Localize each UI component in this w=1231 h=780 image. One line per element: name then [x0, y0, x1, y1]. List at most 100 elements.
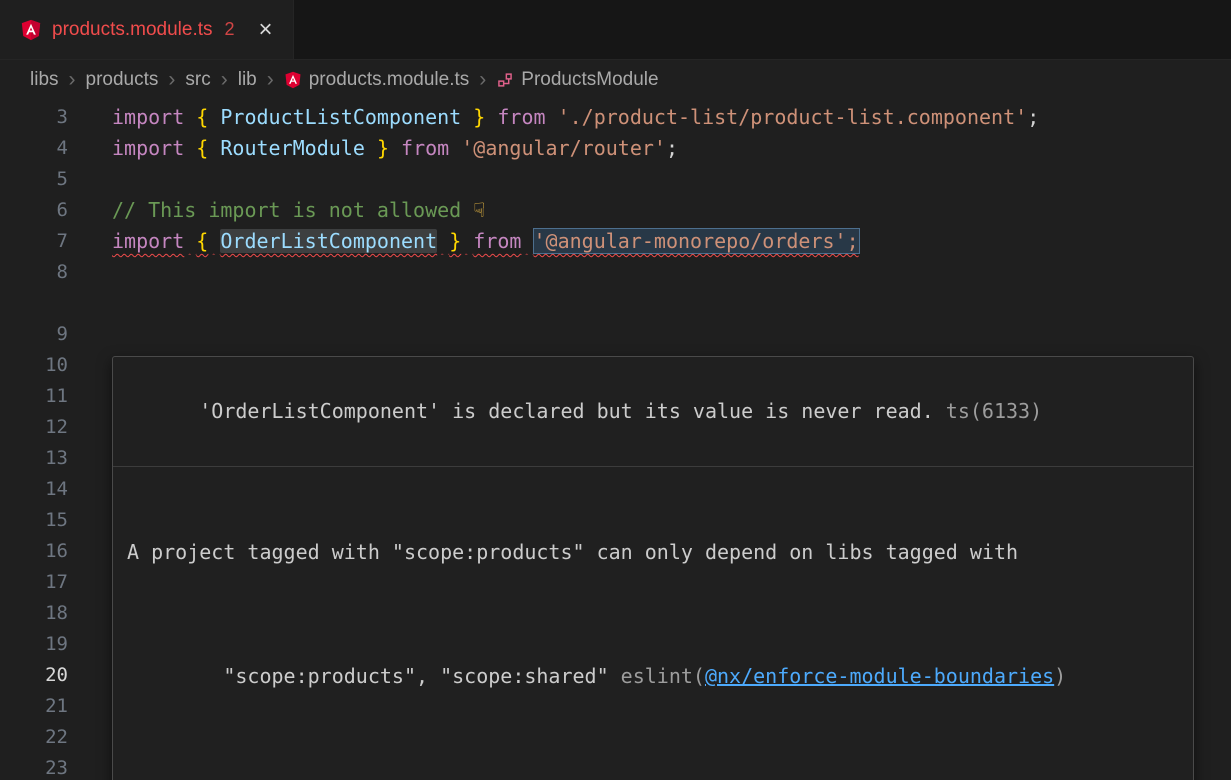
code-token	[184, 136, 196, 160]
tab-title: products.module.ts	[52, 19, 213, 41]
breadcrumb-item-symbol[interactable]: ProductsModule	[496, 69, 658, 91]
chevron-right-icon: ›	[220, 68, 229, 92]
breadcrumb-item-file[interactable]: products.module.ts	[284, 69, 470, 91]
line-number: 7	[0, 226, 68, 257]
breadcrumb: libs › products › src › lib › products.m…	[0, 60, 1231, 100]
diagnostic-eslint: A project tagged with "scope:products" c…	[113, 466, 1193, 780]
line-number: 11	[0, 381, 68, 412]
line-number: 5	[0, 164, 68, 195]
breadcrumb-label: products	[86, 69, 159, 91]
breadcrumb-item-lib[interactable]: lib	[238, 69, 257, 91]
code-token: RouterModule	[220, 136, 365, 160]
hover-tooltip: 'OrderListComponent' is declared but its…	[112, 356, 1194, 780]
code-token: ;	[666, 136, 678, 160]
chevron-right-icon: ›	[68, 68, 77, 92]
tab-products-module[interactable]: products.module.ts 2 ×	[0, 0, 294, 59]
code-token	[184, 229, 196, 253]
code-token: ProductListComponent	[220, 105, 461, 129]
code-token	[461, 105, 473, 129]
diagnostic-source: ts(6133)	[934, 399, 1042, 423]
error-squiggle-range: import { OrderListComponent } from '@ang…	[112, 229, 859, 253]
chevron-right-icon: ›	[266, 68, 275, 92]
line-number: 21	[0, 691, 68, 722]
breadcrumb-label: ProductsModule	[521, 69, 658, 91]
symbol-class-icon	[496, 71, 514, 89]
code-token	[449, 136, 461, 160]
code-token: from	[497, 105, 545, 129]
code-token: {	[196, 229, 208, 253]
line-number: 18	[0, 598, 68, 629]
code-token: // This import is not allowed	[112, 198, 473, 222]
code-token: './product-list/product-list.component'	[558, 105, 1028, 129]
code-token	[546, 105, 558, 129]
code-line: 4import { RouterModule } from '@angular/…	[0, 133, 1231, 164]
code-editor[interactable]: 3import { ProductListComponent } from '.…	[0, 100, 1231, 779]
line-number: 13	[0, 443, 68, 474]
code-token: from	[401, 136, 449, 160]
code-token	[208, 229, 220, 253]
angular-icon	[20, 19, 42, 41]
code-line: 8	[0, 257, 1231, 288]
breadcrumb-item-src[interactable]: src	[185, 69, 210, 91]
diagnostic-source-close: )	[1054, 664, 1066, 688]
code-line-content: import { RouterModule } from '@angular/r…	[112, 133, 678, 164]
tab-problem-count: 2	[225, 19, 235, 40]
angular-icon	[284, 71, 302, 89]
line-number: 12	[0, 412, 68, 443]
code-line-content: import { OrderListComponent } from '@ang…	[112, 226, 859, 257]
code-token: ;	[1027, 105, 1039, 129]
line-number: 20	[0, 660, 68, 691]
eslint-rule-link[interactable]: @nx/enforce-module-boundaries	[705, 664, 1054, 688]
code-line: 7 import { OrderListComponent } from '@an…	[0, 226, 1231, 257]
code-line: 6 // This import is not allowed ☟	[0, 195, 1231, 226]
code-line: 3import { ProductListComponent } from '.…	[0, 102, 1231, 133]
close-icon[interactable]: ×	[259, 18, 273, 42]
code-line	[0, 288, 1231, 319]
line-number: 23	[0, 753, 68, 780]
code-token: '@angular-monorepo/orders';	[534, 229, 859, 253]
breadcrumb-item-products[interactable]: products	[86, 69, 159, 91]
code-token: '@angular/router'	[461, 136, 666, 160]
code-token	[365, 136, 377, 160]
code-token: from	[473, 229, 521, 253]
line-number: 22	[0, 722, 68, 753]
breadcrumb-item-libs[interactable]: libs	[30, 69, 59, 91]
code-token	[208, 105, 220, 129]
line-number: 9	[0, 319, 68, 350]
breadcrumb-label: libs	[30, 69, 59, 91]
breadcrumb-label: lib	[238, 69, 257, 91]
code-token	[521, 229, 533, 253]
code-line: 5	[0, 164, 1231, 195]
line-number: 8	[0, 257, 68, 288]
code-token	[485, 105, 497, 129]
diagnostic-source: eslint(	[609, 664, 705, 688]
diagnostic-ts: 'OrderListComponent' is declared but its…	[113, 357, 1193, 466]
code-token	[184, 105, 196, 129]
code-line: 9	[0, 319, 1231, 350]
code-token: {	[196, 105, 208, 129]
code-token	[461, 229, 473, 253]
line-number: 10	[0, 350, 68, 381]
chevron-right-icon: ›	[167, 68, 176, 92]
chevron-right-icon: ›	[478, 68, 487, 92]
code-token: import	[112, 105, 184, 129]
code-line-content: // This import is not allowed ☟	[112, 195, 485, 226]
code-token: ☟	[473, 198, 485, 222]
code-token: {	[196, 136, 208, 160]
line-number: 17	[0, 567, 68, 598]
code-token: OrderListComponent	[220, 229, 437, 253]
breadcrumb-label: src	[185, 69, 210, 91]
line-number: 15	[0, 505, 68, 536]
breadcrumb-label: products.module.ts	[309, 69, 470, 91]
line-number: 16	[0, 536, 68, 567]
code-token: import	[112, 136, 184, 160]
line-number	[0, 288, 68, 319]
code-token	[437, 229, 449, 253]
line-number: 19	[0, 629, 68, 660]
code-line-content: import { ProductListComponent } from './…	[112, 102, 1039, 133]
diagnostic-message-line1: A project tagged with "scope:products" c…	[127, 537, 1179, 568]
code-token: import	[112, 229, 184, 253]
line-number: 6	[0, 195, 68, 226]
code-token: }	[473, 105, 485, 129]
code-token: }	[377, 136, 389, 160]
